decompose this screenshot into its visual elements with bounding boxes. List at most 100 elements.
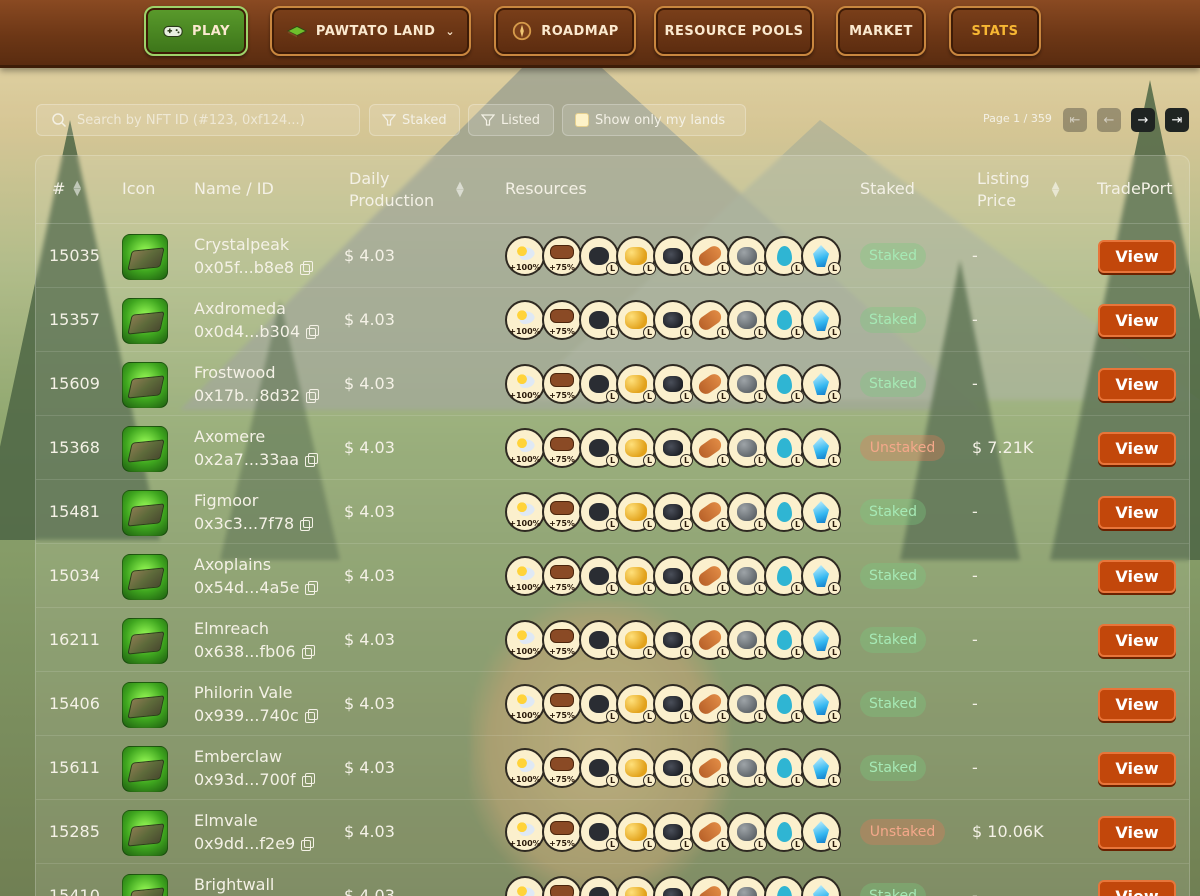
listing-price: - xyxy=(972,758,978,777)
sunlight-icon: +100% xyxy=(505,620,545,660)
level-badge: L xyxy=(828,262,841,275)
copy-icon[interactable] xyxy=(304,709,318,723)
pawtato-land-dropdown[interactable]: PAWTATO LAND ⌄ xyxy=(270,6,471,56)
prev-page-button[interactable]: ← xyxy=(1097,108,1121,132)
view-button[interactable]: View xyxy=(1098,496,1176,529)
coal-icon: L xyxy=(579,812,619,852)
stone-icon: L xyxy=(727,620,767,660)
view-button[interactable]: View xyxy=(1098,816,1176,849)
listing-price: - xyxy=(972,886,978,896)
copy-icon[interactable] xyxy=(300,517,314,531)
view-button[interactable]: View xyxy=(1098,752,1176,785)
view-button[interactable]: View xyxy=(1098,560,1176,593)
level-badge: L xyxy=(828,774,841,787)
land-id: 0x9dd...f2e9 xyxy=(194,834,315,853)
resources-list: +100%+75%LLLLLLL xyxy=(505,428,841,468)
play-button[interactable]: PLAY xyxy=(144,6,248,56)
table-row[interactable]: 15611 Emberclaw 0x93d...700f $ 4.03 +100% +75… xyxy=(36,736,1189,800)
market-button[interactable]: MARKET xyxy=(836,6,926,56)
search-box xyxy=(36,104,360,136)
compass-icon xyxy=(513,21,532,41)
soil-icon: +75% xyxy=(542,236,582,276)
land-name: Crystalpeak xyxy=(194,235,290,254)
staked-filter-label: Staked xyxy=(402,112,447,128)
stone-icon: L xyxy=(727,748,767,788)
copy-icon[interactable] xyxy=(305,453,319,467)
search-input[interactable] xyxy=(77,112,337,128)
table-row[interactable]: 15035 Crystalpeak 0x05f...b8e8 $ 4.03 +100% +… xyxy=(36,224,1189,288)
resources-list: +100%+75%LLLLLLL xyxy=(505,620,841,660)
level-badge: L xyxy=(828,838,841,851)
roadmap-button[interactable]: ROADMAP xyxy=(494,6,636,56)
wood-log-icon: L xyxy=(690,428,730,468)
level-badge: L xyxy=(828,646,841,659)
daily-production: $ 4.03 xyxy=(344,694,395,713)
land-id-text: 0x939...740c xyxy=(194,706,299,725)
daily-production: $ 4.03 xyxy=(344,822,395,841)
copy-icon[interactable] xyxy=(301,837,315,851)
copy-icon[interactable] xyxy=(300,261,314,275)
my-lands-checkbox[interactable] xyxy=(575,113,589,127)
show-my-lands-toggle[interactable]: Show only my lands xyxy=(562,104,746,136)
view-button[interactable]: View xyxy=(1098,240,1176,273)
col-name-header: Name / ID xyxy=(194,179,274,198)
copy-icon[interactable] xyxy=(305,581,319,595)
boost-percent: +100% xyxy=(509,391,541,400)
col-daily-header[interactable]: Daily Production ▲ ▼ xyxy=(349,168,464,212)
water-drop-icon: L xyxy=(764,492,804,532)
table-row[interactable]: 15034 Axoplains 0x54d...4a5e $ 4.03 +100% +75… xyxy=(36,544,1189,608)
ore-icon: L xyxy=(653,428,693,468)
copy-icon[interactable] xyxy=(301,773,315,787)
first-page-button[interactable]: ⇤ xyxy=(1063,108,1087,132)
view-button[interactable]: View xyxy=(1098,624,1176,657)
land-id: 0x54d...4a5e xyxy=(194,578,319,597)
table-row[interactable]: 15285 Elmvale 0x9dd...f2e9 $ 4.03 +100% +75% L… xyxy=(36,800,1189,864)
sort-icon: ▲ ▼ xyxy=(1051,180,1060,199)
view-button[interactable]: View xyxy=(1098,304,1176,337)
table-row[interactable]: 15410Brightwall$ 4.03+100%+75%LLLLLLLSta… xyxy=(36,864,1189,896)
table-row[interactable]: 15481 Figmoor 0x3c3...7f78 $ 4.03 +100% +75% L… xyxy=(36,480,1189,544)
land-number: 15035 xyxy=(49,246,100,265)
table-row[interactable]: 15368 Axomere 0x2a7...33aa $ 4.03 +100% +75% L… xyxy=(36,416,1189,480)
table-row[interactable]: 15357 Axdromeda 0x0d4...b304 $ 4.03 +100% +75… xyxy=(36,288,1189,352)
col-price-header[interactable]: Listing Price ▲ ▼ xyxy=(977,168,1059,212)
land-thumbnail-icon xyxy=(122,746,168,792)
view-button[interactable]: View xyxy=(1098,368,1176,401)
table-row[interactable]: 15406 Philorin Vale 0x939...740c $ 4.03 +100… xyxy=(36,672,1189,736)
crystal-icon: L xyxy=(801,620,841,660)
table-row[interactable]: 15609 Frostwood 0x17b...8d32 $ 4.03 +100% +75… xyxy=(36,352,1189,416)
land-number: 15368 xyxy=(49,438,100,457)
listing-price: $ 10.06K xyxy=(972,822,1044,841)
table-row[interactable]: 16211 Elmreach 0x638...fb06 $ 4.03 +100% +75%… xyxy=(36,608,1189,672)
wood-log-icon: L xyxy=(690,556,730,596)
sunlight-icon: +100% xyxy=(505,300,545,340)
sunlight-icon: +100% xyxy=(505,236,545,276)
stats-button[interactable]: STATS xyxy=(949,6,1041,56)
last-page-button[interactable]: ⇥ xyxy=(1165,108,1189,132)
next-page-button[interactable]: → xyxy=(1131,108,1155,132)
status-badge: Unstaked xyxy=(860,819,945,845)
status-badge: Staked xyxy=(860,627,926,653)
boost-percent: +100% xyxy=(509,455,541,464)
daily-production: $ 4.03 xyxy=(344,630,395,649)
land-id: 0x3c3...7f78 xyxy=(194,514,314,533)
stone-icon: L xyxy=(727,364,767,404)
sunlight-icon: +100% xyxy=(505,364,545,404)
view-button[interactable]: View xyxy=(1098,432,1176,465)
gamepad-icon xyxy=(163,25,183,38)
copy-icon[interactable] xyxy=(306,389,320,403)
land-name: Emberclaw xyxy=(194,747,283,766)
gold-icon: L xyxy=(616,364,656,404)
col-number-header[interactable]: # ▲ ▼ xyxy=(52,179,81,198)
view-button[interactable]: View xyxy=(1098,880,1176,896)
daily-production: $ 4.03 xyxy=(344,438,395,457)
resource-pools-button[interactable]: RESOURCE POOLS xyxy=(654,6,814,56)
wood-log-icon: L xyxy=(690,748,730,788)
copy-icon[interactable] xyxy=(301,645,315,659)
copy-icon[interactable] xyxy=(306,325,320,339)
gold-icon: L xyxy=(616,236,656,276)
col-icon-header: Icon xyxy=(122,179,156,198)
view-button[interactable]: View xyxy=(1098,688,1176,721)
listed-filter-button[interactable]: Listed xyxy=(468,104,554,136)
staked-filter-button[interactable]: Staked xyxy=(369,104,460,136)
